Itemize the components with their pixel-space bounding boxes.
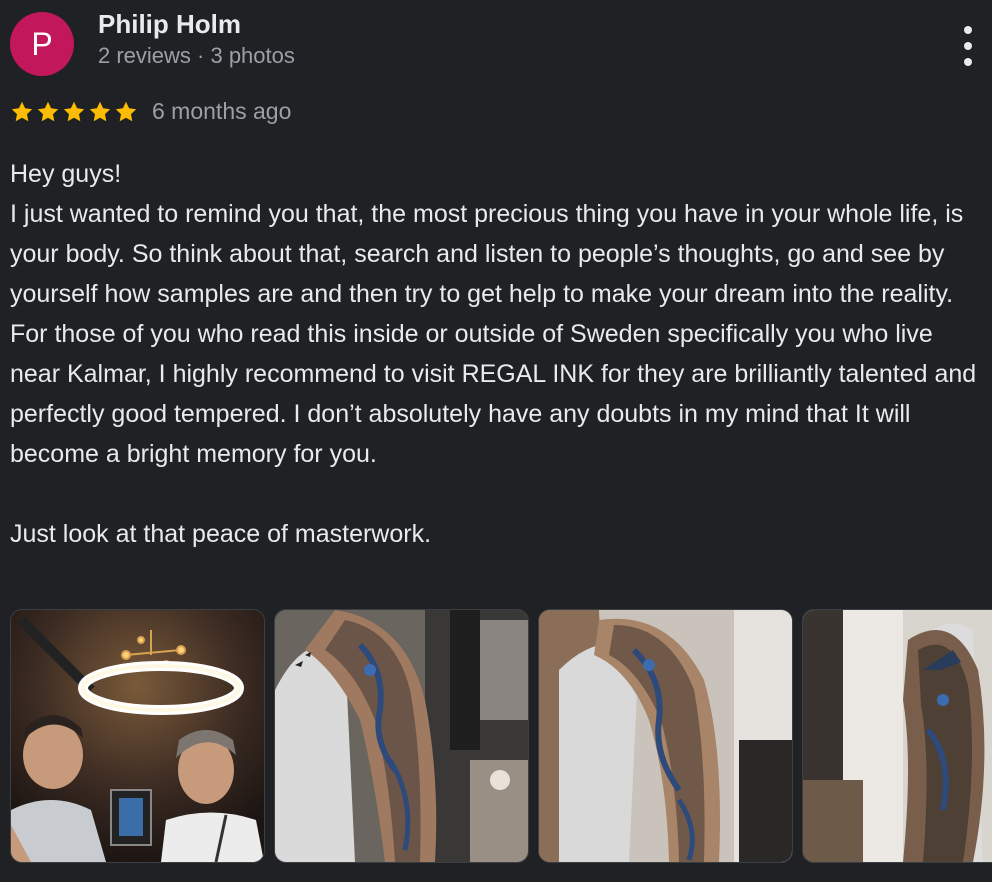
more-vert-icon-dot [964,42,972,50]
photo-studio-image [11,610,264,862]
review-card: P Philip Holm 2 reviews · 3 photos 6 mon… [0,0,992,882]
avatar[interactable]: P [10,12,74,76]
author-meta: 2 reviews · 3 photos [98,43,295,68]
star-icon [115,101,137,121]
review-photo[interactable] [538,609,793,863]
star-icon [37,101,59,121]
more-vert-icon [964,26,972,34]
photo-shoulder-tattoo-image [539,610,792,862]
star-icon [63,101,85,121]
review-header: P Philip Holm 2 reviews · 3 photos [10,9,295,76]
review-time: 6 months ago [152,98,292,124]
star-icon [89,101,111,121]
rating-row: 6 months ago [10,98,291,125]
avatar-initial: P [31,25,53,62]
star-rating [10,100,138,124]
more-vert-icon-dot [964,58,972,66]
review-photo[interactable] [274,609,529,863]
photo-arm-tattoo-image [275,610,528,862]
photo-sleeve-tattoo-image [803,610,992,862]
review-text: Hey guys! I just wanted to remind you th… [10,160,977,548]
more-options-button[interactable] [958,26,978,66]
review-photo[interactable] [10,609,265,863]
photo-strip [10,609,992,863]
author-name[interactable]: Philip Holm [98,7,295,41]
review-photo[interactable] [802,609,992,863]
author-block: Philip Holm 2 reviews · 3 photos [98,7,295,71]
star-icon [11,101,33,121]
